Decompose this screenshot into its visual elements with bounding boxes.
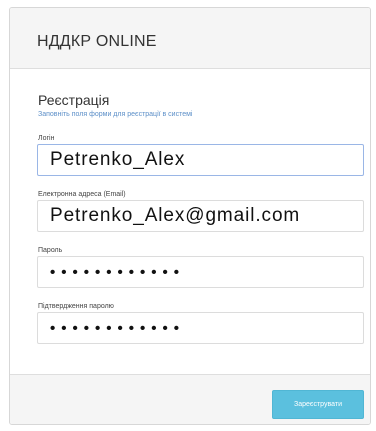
register-button[interactable]: Зареєструвати (272, 390, 364, 419)
email-input[interactable] (37, 200, 364, 232)
login-label: Логін (38, 135, 55, 142)
login-input[interactable] (37, 144, 364, 176)
app-title: НДДКР ONLINE (37, 33, 157, 50)
form-subtitle: Заповніть поля форми для реєстрації в си… (38, 111, 193, 118)
password-confirm-label: Підтвердження паролю (38, 303, 114, 310)
panel-footer: Зареєструвати (10, 374, 370, 424)
password-input[interactable] (37, 256, 364, 288)
form-title: Реєстрація (38, 92, 110, 108)
panel-header: НДДКР ONLINE (10, 8, 370, 69)
password-label: Пароль (38, 247, 63, 254)
email-label: Електронна адреса (Email) (38, 191, 126, 198)
password-confirm-input[interactable] (37, 312, 364, 344)
registration-panel: НДДКР ONLINE Реєстрація Заповніть поля ф… (9, 7, 371, 425)
